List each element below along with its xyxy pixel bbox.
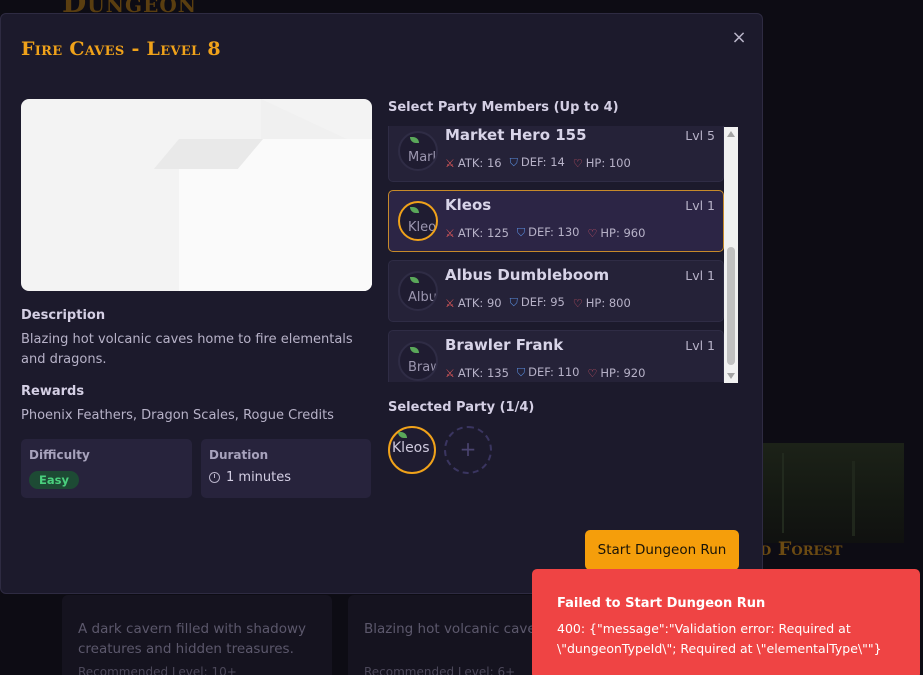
clock-icon <box>209 472 220 483</box>
party-member-card[interactable]: Braw Brawler Frank Lvl 1 ⚔ ATK: 135 ⛉ DEF:… <box>388 330 724 382</box>
heart-icon: ♡ <box>572 156 583 170</box>
sword-icon: ⚔ <box>445 366 455 380</box>
sword-icon: ⚔ <box>445 296 455 310</box>
heart-icon: ♡ <box>572 296 583 310</box>
member-level: Lvl 5 <box>685 128 715 143</box>
difficulty-box: Difficulty Easy <box>21 439 192 498</box>
selected-party-title: Selected Party (1/4) <box>388 400 535 415</box>
difficulty-badge: Easy <box>29 471 79 489</box>
member-name: Brawler Frank <box>445 336 564 354</box>
background-dungeon-card[interactable]: A dark cavern filled with shadowy creatu… <box>62 595 332 675</box>
sword-icon: ⚔ <box>445 226 455 240</box>
shield-icon: ⛉ <box>516 226 526 239</box>
party-list-scrollbar[interactable] <box>724 127 738 383</box>
background-forest-title: d Forest <box>760 538 843 560</box>
member-name: Kleos <box>445 196 492 214</box>
dungeon-modal: Fire Caves - Level 8 × Description Blazi… <box>0 13 763 594</box>
rewards-label: Rewards <box>21 384 85 399</box>
duration-value: 1 minutes <box>226 470 292 485</box>
avatar: Kleo <box>398 201 438 241</box>
party-member-list[interactable]: Mark Market Hero 155 Lvl 5 ⚔ ATK: 16 ⛉ DEF… <box>388 126 738 382</box>
shield-icon: ⛉ <box>509 156 518 169</box>
background-card-description: A dark cavern filled with shadowy creatu… <box>78 621 307 657</box>
toast-title: Failed to Start Dungeon Run <box>557 596 766 611</box>
member-name: Albus Dumbleboom <box>445 266 610 284</box>
party-member-card[interactable]: Kleo Kleos Lvl 1 ⚔ ATK: 125 ⛉ DEF: 130 ♡ HP… <box>388 190 724 252</box>
shield-icon: ⛉ <box>516 366 526 379</box>
background-card-recommended: Recommended Level: 6+ <box>364 665 516 675</box>
background-card-recommended: Recommended Level: 10+ <box>78 665 237 675</box>
add-party-slot[interactable]: + <box>444 426 492 474</box>
party-member-card[interactable]: Albu Albus Dumbleboom Lvl 1 ⚔ ATK: 90 ⛉ DE… <box>388 260 724 322</box>
avatar: Mark <box>398 131 438 171</box>
error-toast[interactable]: Failed to Start Dungeon Run 400: {"messa… <box>532 569 920 675</box>
close-icon[interactable]: × <box>729 28 749 48</box>
scroll-down-arrow-icon[interactable] <box>727 373 735 379</box>
toast-message: 400: {"message":"Validation error: Requi… <box>557 621 882 656</box>
heart-icon: ♡ <box>587 366 598 380</box>
difficulty-label: Difficulty <box>29 448 90 462</box>
rewards-text: Phoenix Feathers, Dragon Scales, Rogue C… <box>21 408 334 423</box>
member-name: Market Hero 155 <box>445 126 587 144</box>
avatar: Braw <box>398 341 438 381</box>
duration-box: Duration 1 minutes <box>201 439 371 498</box>
scroll-up-arrow-icon[interactable] <box>727 131 735 137</box>
start-dungeon-run-button[interactable]: Start Dungeon Run <box>585 530 739 570</box>
selected-party-avatar[interactable]: Kleos <box>388 426 436 474</box>
description-label: Description <box>21 308 106 323</box>
member-level: Lvl 1 <box>685 198 715 213</box>
sword-icon: ⚔ <box>445 156 455 170</box>
party-member-card[interactable]: Mark Market Hero 155 Lvl 5 ⚔ ATK: 16 ⛉ DEF… <box>388 126 724 182</box>
member-level: Lvl 1 <box>685 338 715 353</box>
party-select-title: Select Party Members (Up to 4) <box>388 100 619 115</box>
member-level: Lvl 1 <box>685 268 715 283</box>
heart-icon: ♡ <box>587 226 598 240</box>
background-forest-image <box>762 443 904 543</box>
background-dungeon-card[interactable]: Blazing hot volcanic caves home to fire … <box>348 595 548 675</box>
dungeon-image <box>21 99 372 291</box>
background-card-description: Blazing hot volcanic caves home to fire … <box>364 621 544 637</box>
duration-label: Duration <box>209 448 269 462</box>
shield-icon: ⛉ <box>509 296 518 309</box>
scrollbar-thumb[interactable] <box>727 247 735 365</box>
description-text: Blazing hot volcanic caves home to fire … <box>21 332 353 367</box>
avatar: Albu <box>398 271 438 311</box>
modal-title: Fire Caves - Level 8 <box>21 38 221 60</box>
